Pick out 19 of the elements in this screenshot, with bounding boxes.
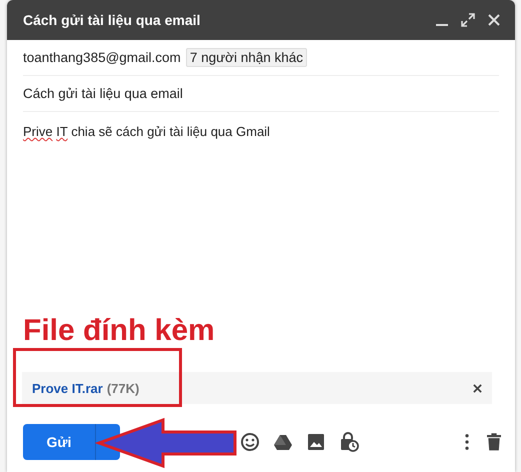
annotation-label: File đính kèm — [23, 314, 216, 348]
attachment-bar[interactable]: Prove IT.rar (77K) — [22, 372, 492, 404]
attachment-name[interactable]: Prove IT.rar — [32, 380, 103, 396]
fullscreen-icon[interactable] — [461, 13, 475, 27]
photo-icon[interactable] — [306, 432, 326, 452]
emoji-icon[interactable] — [240, 432, 260, 452]
window-title: Cách gửi tài liệu qua email — [23, 12, 202, 28]
subject-text: Cách gửi tài liệu qua email — [23, 86, 183, 101]
more-options-icon[interactable] — [465, 433, 469, 451]
send-button[interactable]: Gửi — [23, 424, 95, 460]
recipient-address: toanthang385@gmail.com — [23, 50, 181, 65]
message-body: Prive IT chia sẽ cách gửi tài liệu qua Gmail — [23, 124, 270, 139]
close-icon[interactable] — [487, 13, 501, 27]
trash-icon[interactable] — [487, 433, 501, 451]
lock-clock-icon[interactable] — [339, 432, 359, 452]
remove-attachment-icon[interactable] — [473, 384, 482, 392]
drive-icon[interactable] — [273, 432, 293, 452]
attachment-size: (77K) — [106, 380, 140, 396]
more-recipients-chip[interactable]: 7 người nhận khác — [186, 48, 308, 67]
